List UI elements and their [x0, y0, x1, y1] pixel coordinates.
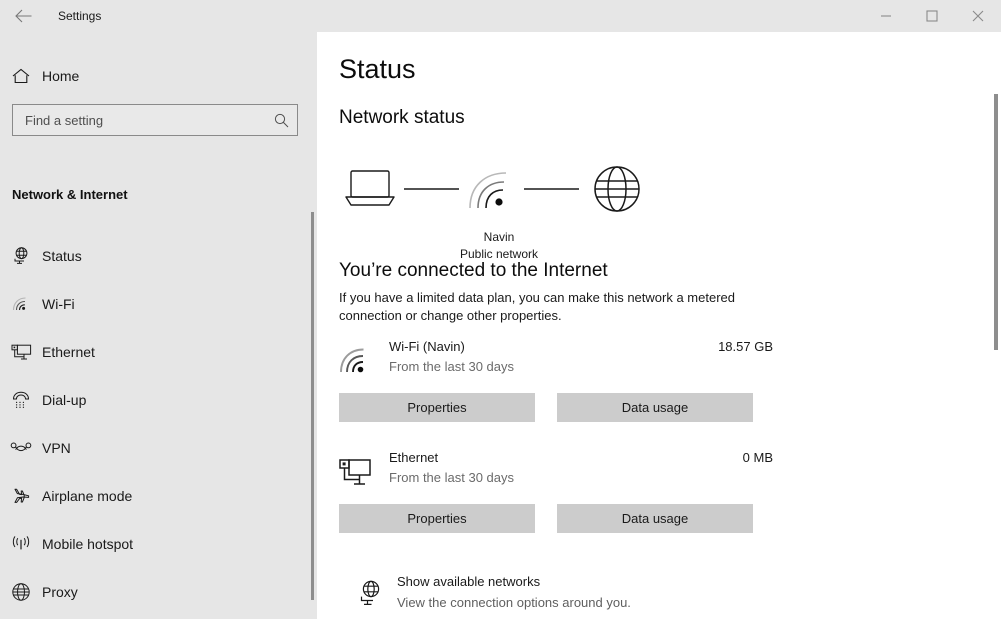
show-available-networks-title: Show available networks: [397, 574, 541, 589]
main-content: Status Network status Navin Public netwo…: [317, 32, 1001, 619]
main-scrollbar-thumb[interactable]: [994, 94, 998, 350]
maximize-icon: [926, 10, 938, 22]
adapter-usage: 0 MB: [742, 450, 773, 465]
wifi-properties-button[interactable]: Properties: [339, 393, 535, 422]
airplane-icon: [0, 486, 42, 506]
sidebar-item-label: VPN: [42, 440, 71, 456]
show-available-networks-subtitle: View the connection options around you.: [397, 595, 631, 610]
show-available-networks[interactable]: Show available networks View the connect…: [339, 572, 773, 618]
close-icon: [972, 10, 984, 22]
connected-heading: You’re connected to the Internet: [339, 260, 608, 281]
proxy-globe-icon: [0, 582, 42, 602]
network-status-heading: Network status: [339, 107, 465, 128]
globe-icon: [594, 166, 640, 212]
window-controls: [863, 0, 1001, 32]
title-bar: Settings: [0, 0, 1001, 32]
back-button[interactable]: [0, 0, 46, 32]
sidebar-item-label: Wi-Fi: [42, 296, 75, 312]
settings-window: Settings Home Find a setting Network & I…: [0, 0, 1001, 619]
sidebar-item-dial-up[interactable]: Dial-up: [0, 376, 300, 424]
ethernet-icon: [339, 453, 381, 491]
wifi-icon: [0, 295, 42, 313]
sidebar-item-label: Ethernet: [42, 344, 95, 360]
sidebar-item-mobile-hotspot[interactable]: Mobile hotspot: [0, 520, 300, 568]
adapter-usage: 18.57 GB: [718, 339, 773, 354]
home-icon: [0, 68, 42, 84]
ethernet-properties-button[interactable]: Properties: [339, 504, 535, 533]
globe-monitor-icon: [355, 578, 385, 608]
diagram-network-name: Navin: [483, 230, 515, 244]
sidebar-nav-list: Status Wi-Fi Ethernet Dial-up VPN Airpla…: [0, 232, 300, 616]
sidebar: Home Network & Internet: [0, 32, 317, 619]
search-input[interactable]: [13, 105, 265, 135]
sidebar-scrollbar-thumb[interactable]: [311, 212, 314, 600]
minimize-button[interactable]: [863, 0, 909, 32]
maximize-button[interactable]: [909, 0, 955, 32]
adapter-row-wifi: Wi-Fi (Navin) From the last 30 days 18.5…: [339, 338, 773, 384]
ethernet-icon: [0, 343, 42, 361]
search-icon[interactable]: [265, 105, 297, 135]
status-globe-monitor-icon: [0, 246, 42, 266]
close-button[interactable]: [955, 0, 1001, 32]
adapter-subtitle: From the last 30 days: [389, 359, 514, 374]
adapter-row-ethernet: Ethernet From the last 30 days 0 MB: [339, 449, 773, 495]
sidebar-item-label: Mobile hotspot: [42, 536, 134, 552]
sidebar-item-status[interactable]: Status: [0, 232, 300, 280]
search-box[interactable]: [12, 104, 298, 136]
network-diagram: Navin Public network: [339, 157, 659, 267]
wifi-signal-icon: [469, 172, 507, 209]
connected-description: If you have a limited data plan, you can…: [339, 290, 735, 323]
wifi-data-usage-button[interactable]: Data usage: [557, 393, 753, 422]
adapter-buttons-ethernet: Properties Data usage: [339, 504, 773, 533]
sidebar-section-title: Network & Internet: [12, 187, 128, 202]
sidebar-home-label: Home: [42, 68, 80, 84]
adapter-subtitle: From the last 30 days: [389, 470, 514, 485]
sidebar-item-label: Status: [42, 248, 82, 264]
sidebar-item-vpn[interactable]: VPN: [0, 424, 300, 472]
sidebar-item-label: Proxy: [42, 584, 78, 600]
sidebar-item-ethernet[interactable]: Ethernet: [0, 328, 300, 376]
adapter-name: Ethernet: [389, 450, 439, 465]
laptop-icon: [345, 170, 395, 206]
sidebar-item-proxy[interactable]: Proxy: [0, 568, 300, 616]
dialup-phone-icon: [0, 391, 42, 409]
vpn-icon: [0, 440, 42, 456]
sidebar-item-airplane-mode[interactable]: Airplane mode: [0, 472, 300, 520]
sidebar-item-home[interactable]: Home: [0, 59, 300, 93]
hotspot-icon: [0, 535, 42, 553]
adapter-name: Wi-Fi (Navin): [389, 339, 465, 354]
back-arrow-icon: [14, 9, 32, 23]
minimize-icon: [880, 10, 892, 22]
adapter-buttons-wifi: Properties Data usage: [339, 393, 773, 422]
diagram-labels: Navin Public network: [339, 229, 659, 263]
page-title: Status: [339, 54, 416, 84]
sidebar-item-label: Airplane mode: [42, 488, 133, 504]
sidebar-item-label: Dial-up: [42, 392, 87, 408]
sidebar-item-wi-fi[interactable]: Wi-Fi: [0, 280, 300, 328]
window-title: Settings: [58, 9, 102, 23]
ethernet-data-usage-button[interactable]: Data usage: [557, 504, 753, 533]
wifi-icon: [339, 342, 381, 380]
